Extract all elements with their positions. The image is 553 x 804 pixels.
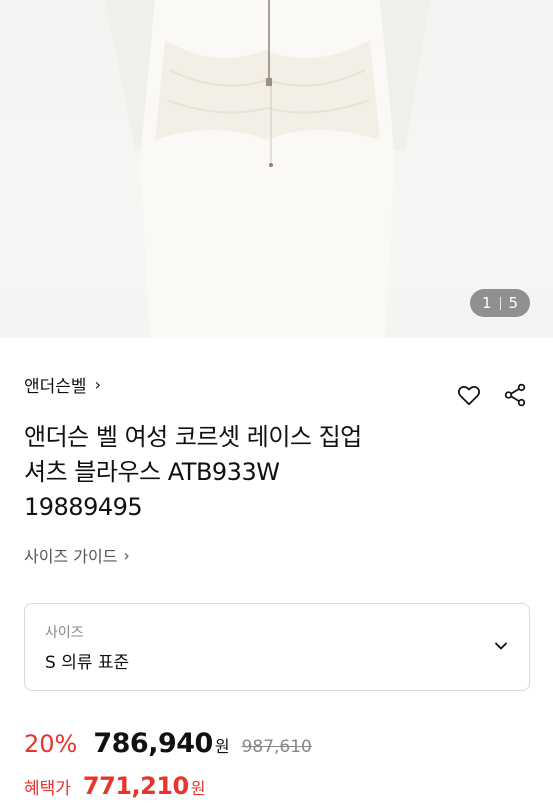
chevron-down-icon — [495, 642, 507, 650]
blouse-photo — [105, 0, 430, 338]
benefit-price: 771,210 — [82, 772, 189, 800]
image-pager: 1 5 — [470, 289, 530, 317]
product-title-line-2: 셔츠 블라우스 ATB933W — [24, 458, 280, 486]
product-image[interactable]: 1 5 — [0, 0, 553, 338]
pager-total: 5 — [508, 294, 519, 312]
size-select-label: 사이즈 — [45, 625, 84, 641]
product-title: 앤더슨 벨 여성 코르셋 레이스 집업 셔츠 블라우스 ATB933W 1988… — [24, 420, 454, 525]
discount-rate: 20% — [24, 730, 78, 758]
pager-divider — [499, 296, 501, 310]
original-price: 987,610 — [241, 737, 312, 757]
benefit-price-unit: 원 — [190, 779, 206, 798]
size-select[interactable]: 사이즈 S 의류 표준 — [24, 603, 530, 691]
benefit-price-row: 혜택가 771,210 원 — [24, 772, 205, 800]
chevron-right-icon: › — [123, 545, 130, 565]
share-icon[interactable] — [502, 382, 528, 408]
size-guide-label: 사이즈 가이드 — [24, 547, 118, 566]
sale-price: 786,940 — [93, 728, 213, 759]
brand-link[interactable]: 앤더슨벨 › — [24, 372, 101, 397]
chevron-right-icon: › — [94, 375, 101, 394]
pager-current: 1 — [481, 294, 492, 312]
price-row: 20% 786,940 원 987,610 — [24, 728, 312, 759]
size-select-value: S 의류 표준 — [45, 653, 130, 673]
brand-name: 앤더슨벨 — [24, 377, 87, 397]
product-code: 19889495 — [24, 493, 143, 521]
product-title-line-1: 앤더슨 벨 여성 코르셋 레이스 집업 — [24, 423, 362, 451]
size-guide-link[interactable]: 사이즈 가이드 › — [24, 543, 130, 567]
product-actions — [456, 382, 528, 408]
heart-icon[interactable] — [456, 382, 482, 408]
benefit-label: 혜택가 — [24, 779, 71, 799]
sale-price-unit: 원 — [214, 737, 230, 756]
